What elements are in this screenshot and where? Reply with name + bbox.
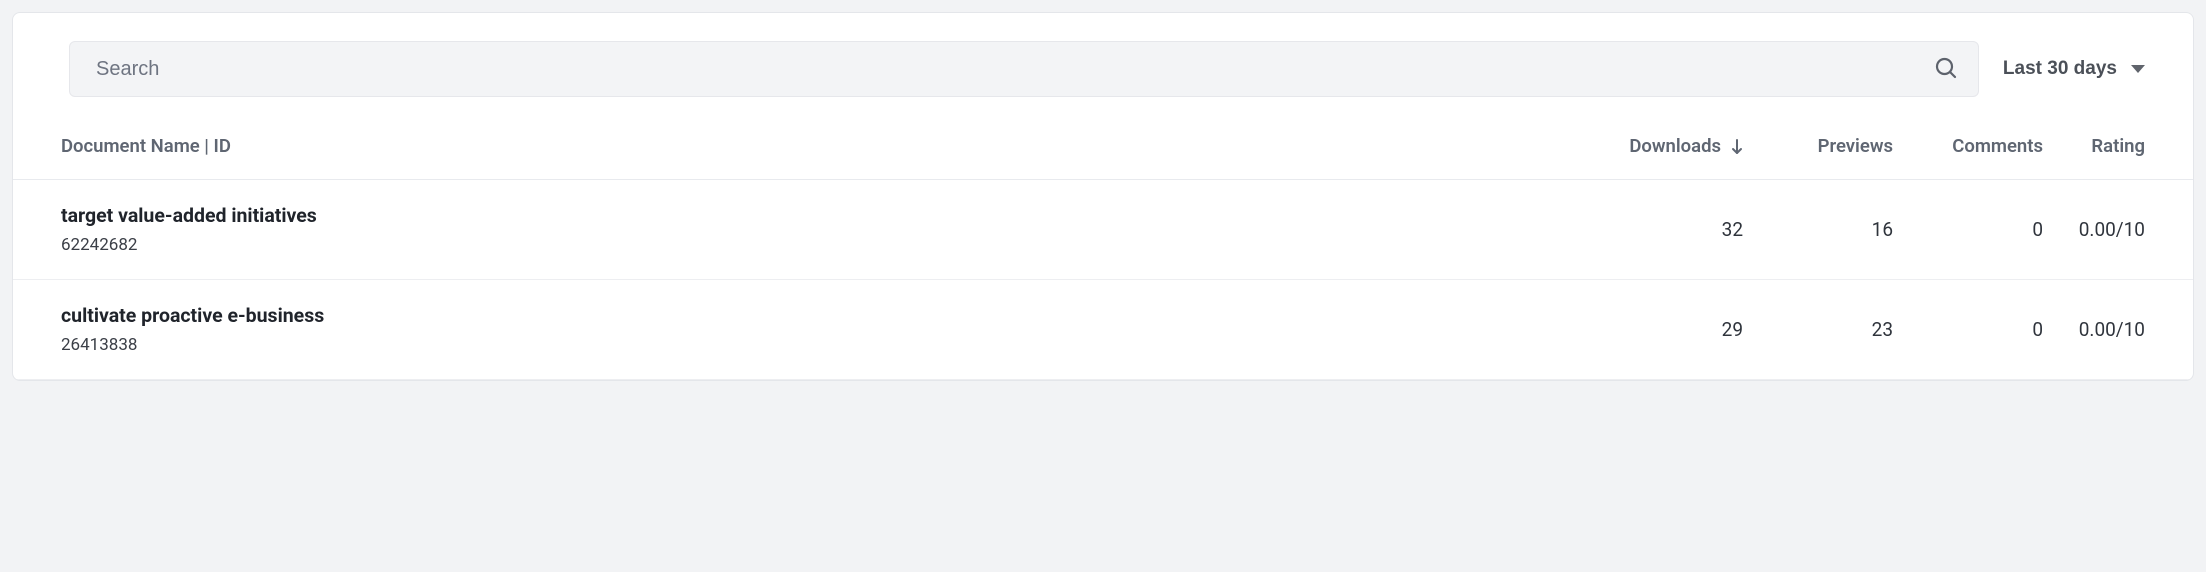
cell-comments: 0 bbox=[1893, 180, 2043, 280]
table-row[interactable]: cultivate proactive e-business 26413838 … bbox=[13, 280, 2193, 380]
cell-rating: 0.00/10 bbox=[2043, 280, 2193, 380]
column-header-previews[interactable]: Previews bbox=[1743, 117, 1893, 180]
column-header-downloads[interactable]: Downloads bbox=[1593, 117, 1743, 180]
column-header-name-label: Document Name | ID bbox=[61, 135, 231, 157]
sort-desc-icon bbox=[1731, 139, 1743, 155]
document-id: 62242682 bbox=[61, 235, 1593, 255]
cell-downloads: 29 bbox=[1593, 280, 1743, 380]
column-header-name[interactable]: Document Name | ID bbox=[13, 117, 1593, 180]
cell-comments: 0 bbox=[1893, 280, 2043, 380]
date-range-dropdown[interactable]: Last 30 days bbox=[2003, 58, 2153, 80]
cell-downloads: 32 bbox=[1593, 180, 1743, 280]
document-name: cultivate proactive e-business bbox=[61, 304, 1593, 327]
cell-previews: 16 bbox=[1743, 180, 1893, 280]
column-header-downloads-label: Downloads bbox=[1629, 135, 1721, 157]
document-id: 26413838 bbox=[61, 335, 1593, 355]
search-container bbox=[69, 41, 1979, 97]
document-name: target value-added initiatives bbox=[61, 204, 1593, 227]
table-row[interactable]: target value-added initiatives 62242682 … bbox=[13, 180, 2193, 280]
column-header-rating[interactable]: Rating bbox=[2043, 117, 2193, 180]
column-header-previews-label: Previews bbox=[1818, 135, 1893, 157]
chevron-down-icon bbox=[2131, 65, 2145, 73]
date-range-label: Last 30 days bbox=[2003, 58, 2117, 80]
documents-table: Document Name | ID Downloads P bbox=[13, 117, 2193, 380]
documents-panel: Last 30 days Document Name | ID Download… bbox=[12, 12, 2194, 381]
search-button[interactable] bbox=[1914, 42, 1978, 96]
cell-previews: 23 bbox=[1743, 280, 1893, 380]
column-header-rating-label: Rating bbox=[2091, 135, 2145, 157]
toolbar: Last 30 days bbox=[13, 13, 2193, 117]
column-header-comments[interactable]: Comments bbox=[1893, 117, 2043, 180]
search-input[interactable] bbox=[70, 58, 1914, 81]
search-icon bbox=[1934, 56, 1958, 83]
column-header-comments-label: Comments bbox=[1952, 135, 2043, 157]
cell-rating: 0.00/10 bbox=[2043, 180, 2193, 280]
